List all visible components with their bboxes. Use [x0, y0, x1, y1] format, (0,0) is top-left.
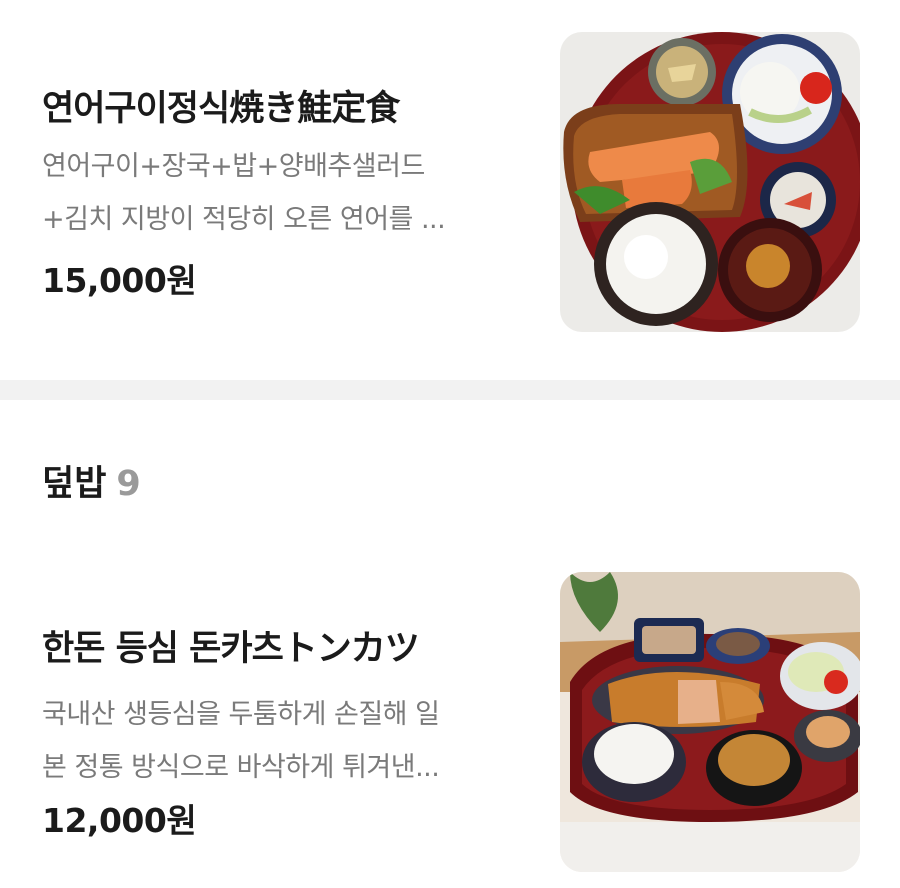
description-line: 국내산 생등심을 두툼하게 손질해 일 [42, 699, 440, 730]
menu-item-image[interactable] [560, 572, 860, 872]
menu-item-description: 국내산 생등심을 두툼하게 손질해 일 본 정통 방식으로 바삭하게 튀겨낸..… [42, 688, 512, 794]
menu-item-tonkatsu[interactable]: 한돈 등심 돈카츠トンカツ 국내산 생등심을 두툼하게 손질해 일 본 정통 방… [0, 540, 900, 888]
section-divider [0, 380, 900, 400]
menu-item-image[interactable] [560, 32, 860, 332]
section-header: 덮밥 9 [42, 455, 141, 506]
tonkatsu-set-meal-photo-icon [560, 572, 860, 872]
section-title: 덮밥 [42, 464, 107, 504]
section-count: 9 [116, 464, 141, 504]
menu-item-title: 한돈 등심 돈카츠トンカツ [42, 629, 420, 669]
description-line: +김치 지방이 적당히 오른 연어를 ... [42, 204, 446, 235]
salmon-set-meal-photo-icon [560, 32, 860, 332]
menu-item-description: 연어구이+장국+밥+양배추샐러드 +김치 지방이 적당히 오른 연어를 ... [42, 140, 512, 246]
menu-item-title: 연어구이정식焼き鮭定食 [42, 89, 400, 129]
menu-item-price: 15,000원 [42, 261, 197, 300]
menu-item-price: 12,000원 [42, 801, 197, 840]
description-line: 본 정통 방식으로 바삭하게 튀겨낸... [42, 752, 440, 783]
menu-item-salmon[interactable]: 연어구이정식焼き鮭定食 연어구이+장국+밥+양배추샐러드 +김치 지방이 적당히… [0, 0, 900, 380]
description-line: 연어구이+장국+밥+양배추샐러드 [42, 151, 425, 182]
